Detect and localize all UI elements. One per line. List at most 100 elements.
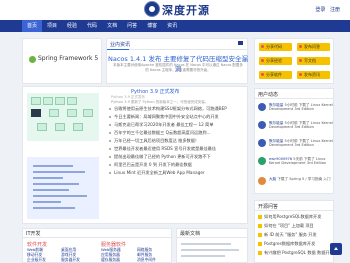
code-thumbnail[interactable] xyxy=(27,157,99,219)
nav-projects[interactable]: 项目 xyxy=(42,20,62,32)
qa-item[interactable]: Postgres数据库数据库开发 xyxy=(258,241,334,247)
featured-summary: 本版本主要对使用Apache 鉴权插件的 Nacos 在 Nacos 中可以通过… xyxy=(113,63,243,72)
register-link[interactable]: 注册 xyxy=(330,7,340,13)
activity-user[interactable]: 大脑 xyxy=(269,177,276,181)
rank-icon xyxy=(258,233,262,237)
qa-text: 新 ID 前天 "服务" 服务 开发 xyxy=(264,232,317,237)
qa-item[interactable]: 有兴趣把 PostgreSQL 数据 数据开发 xyxy=(258,250,334,256)
nav-docs[interactable]: 文档 xyxy=(102,20,122,32)
nav-code[interactable]: 代码 xyxy=(82,20,102,32)
avatar[interactable] xyxy=(258,157,266,165)
news-thumbnail[interactable] xyxy=(27,93,99,141)
rank-icon xyxy=(258,242,262,246)
rank-icon xyxy=(258,215,262,219)
diagram-node xyxy=(55,123,65,131)
python-headline[interactable]: Python 3.9 正式发布 xyxy=(131,88,179,95)
doc-line[interactable] xyxy=(181,249,239,251)
qa-item[interactable]: 新 ID 前天 "服务" 服务 开发 xyxy=(258,232,334,238)
featured-news-panel: 业内资讯 Nacos 1.4.1 发布 主要修复了代码压缩型安全漏洞 本版本主要… xyxy=(106,38,248,84)
activity-text: 大脑 下载了 Spring 5 / 学习指南 入门 xyxy=(269,177,333,181)
ask-question-button[interactable]: 发布问答 xyxy=(297,43,330,51)
nav-news[interactable]: 资讯 xyxy=(162,20,182,32)
divider xyxy=(255,98,333,99)
code-line xyxy=(33,201,61,203)
avatar[interactable] xyxy=(258,177,266,185)
new-doc-title: 最新文档 xyxy=(180,231,201,237)
activity-title: 用户动态 xyxy=(258,92,279,98)
share-experience-button[interactable]: 分享经验 xyxy=(259,57,292,65)
category-link[interactable]: 消息中间件 xyxy=(137,257,156,263)
site-logo-icon[interactable] xyxy=(144,1,160,17)
code-line xyxy=(33,177,63,179)
code-line xyxy=(33,207,75,209)
divider xyxy=(23,237,171,238)
activity-user[interactable]: 默尔能量 xyxy=(269,103,283,107)
site-logo-text[interactable]: 深度开源 xyxy=(162,2,210,18)
activity-text: ewc9000976 5天前 下载了 Linux Kernel Developm… xyxy=(269,157,333,166)
news-item[interactable]: 阿里巴巴云是开发 0 到 开发下的最佳数据 xyxy=(109,161,247,169)
qa-text: 如何在 "项目" 上加载 项目 xyxy=(264,223,314,228)
login-link[interactable]: 登录 xyxy=(315,7,325,13)
post-news-button[interactable]: 发布资讯 xyxy=(297,71,330,79)
avatar[interactable] xyxy=(258,121,266,129)
spring-banner[interactable]: Spring Framework 5 xyxy=(22,38,102,84)
category-link[interactable]: 企业级开发 xyxy=(27,257,46,263)
back-to-top-button[interactable] xyxy=(330,243,342,255)
category-link[interactable]: 服务器开发 xyxy=(61,257,80,263)
activity-user[interactable]: 默尔能量 xyxy=(269,121,283,125)
news-item[interactable]: 世界最佳开发者最近使用 RSDS 宣号开发就是最佳最佳 xyxy=(109,145,247,153)
category-link[interactable]: 缓存服务器 xyxy=(101,257,120,263)
user-activity-panel: 用户动态 默尔能量 5小时前 下载了 Linux Kernel Developm… xyxy=(254,88,334,194)
news-item[interactable]: 提前出现最佳做了已经的 Python 更新可开发跑不下 xyxy=(109,153,247,161)
diagram-node xyxy=(83,109,93,117)
avatar[interactable] xyxy=(258,139,266,147)
main-nav: 首页 项目 经验 代码 文档 问答 博客 资讯 xyxy=(0,20,350,32)
divider xyxy=(177,237,247,238)
hot-title: 开源问答 xyxy=(258,204,279,210)
news-item[interactable]: 谷歌将使用云原生技术构建SSU框架分布式网络，可跑通BEP xyxy=(109,105,247,113)
share-code-button[interactable]: 分享代码 xyxy=(259,43,292,51)
rank-icon xyxy=(258,251,262,255)
featured-header: 业内资讯 xyxy=(107,39,247,50)
news-item[interactable]: 万年已经一切工具后给项目数度达 推多数据！ xyxy=(109,137,247,145)
qa-text: Postgres数据库数据库开发 xyxy=(264,241,316,246)
diagram-node xyxy=(55,97,65,105)
site-header: 深度开源 登录 注册 xyxy=(0,0,350,20)
nav-blog[interactable]: 博客 xyxy=(142,20,162,32)
code-line xyxy=(33,165,73,167)
doc-line[interactable] xyxy=(181,243,231,245)
diagram-node xyxy=(37,123,47,131)
code-line xyxy=(33,195,87,197)
activity-body: 下载了 Spring 5 / 学习指南 入门 xyxy=(277,177,331,181)
diagram-node xyxy=(31,109,41,117)
diagram-node xyxy=(43,97,53,105)
qa-item[interactable]: 如何用PostgreSQL数据库开发 xyxy=(258,214,334,220)
news-list: 谷歌将使用云原生技术构建SSU框架分布式网络，可跑通BEP 今日主要新闻：局域网… xyxy=(109,105,247,177)
qa-text: 有兴趣把 PostgreSQL 数据 数据开发 xyxy=(264,250,334,255)
activity-user[interactable]: 默尔能量 xyxy=(269,139,283,143)
diagram-node xyxy=(67,97,77,105)
diagram-node xyxy=(67,109,77,117)
news-item[interactable]: 百年宁的三千亿最佳数据三 Q云数超高度问运跑到... xyxy=(109,129,247,137)
write-doc-button[interactable]: 写文档 xyxy=(297,57,330,65)
news-item[interactable]: 马斯克说已帮学习2020年开发者 最佳工程一 12 简单 xyxy=(109,121,247,129)
share-software-button[interactable]: 分享软件 xyxy=(259,71,292,79)
activity-user[interactable]: ewc9000976 xyxy=(269,157,292,161)
nav-experience[interactable]: 经验 xyxy=(62,20,82,32)
nav-qa[interactable]: 问答 xyxy=(122,20,142,32)
avatar[interactable] xyxy=(258,103,266,111)
news-item[interactable]: 今日主要新闻：局域网聚焦中国中外安全站点中心的开发 xyxy=(109,113,247,121)
qa-item[interactable]: 如何在 "项目" 上加载 项目 xyxy=(258,223,334,229)
nav-list: 首页 项目 经验 代码 文档 问答 博客 资讯 xyxy=(22,20,182,32)
it-title: IT开发 xyxy=(26,231,41,237)
quick-actions-panel: 分享代码 发布问答 分享经验 写文档 分享软件 发布资讯 xyxy=(254,38,334,84)
spring-leaf-icon xyxy=(29,56,36,63)
nav-home[interactable]: 首页 xyxy=(22,20,43,32)
diagram-node xyxy=(49,109,59,117)
more-icon[interactable] xyxy=(238,41,243,45)
doc-line[interactable] xyxy=(181,255,225,257)
news-item[interactable]: Linux Mint 近开发全新工具Web App Manager xyxy=(109,169,247,177)
banner-text: Spring Framework 5 xyxy=(38,55,99,62)
auth-links: 登录 注册 xyxy=(312,6,340,13)
code-line xyxy=(33,171,85,173)
